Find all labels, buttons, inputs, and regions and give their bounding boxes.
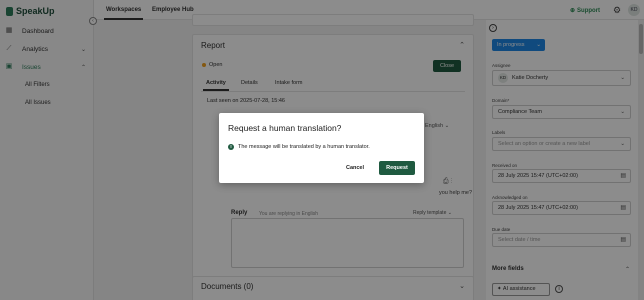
info-icon: ! [228, 144, 234, 150]
translation-dialog: Request a human translation? ! The messa… [219, 113, 424, 183]
dialog-title: Request a human translation? [228, 123, 342, 133]
cancel-button[interactable]: Cancel [340, 161, 370, 175]
request-button[interactable]: Request [379, 161, 415, 175]
dialog-message: The message will be translated by a huma… [238, 144, 370, 150]
